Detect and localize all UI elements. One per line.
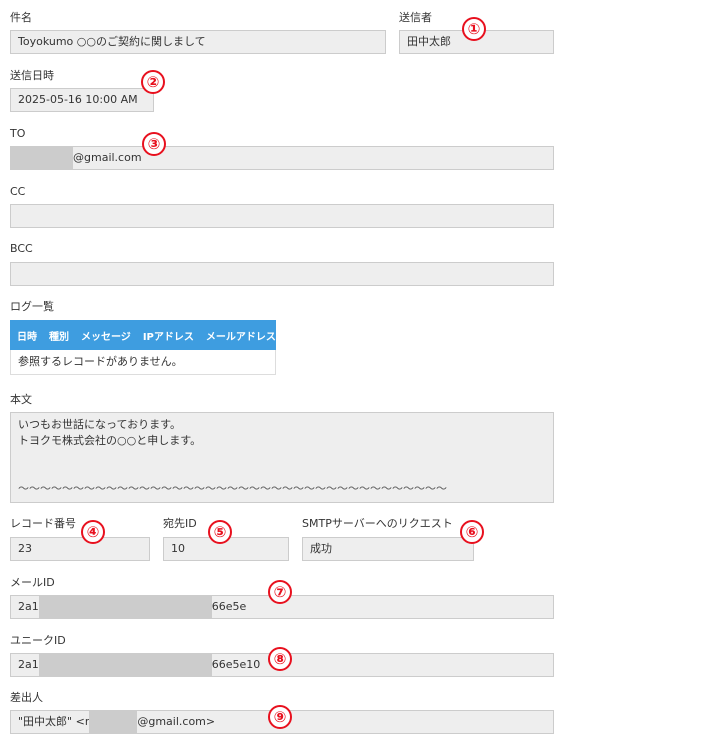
redacted-mask	[11, 147, 73, 169]
smtp-request-field[interactable]: 成功	[302, 537, 474, 561]
mail-id-label: メールID	[10, 576, 55, 589]
redacted-mask	[89, 711, 138, 733]
unique-id-suffix: 66e5e10	[211, 658, 261, 671]
body-line: ～～～～～～～～～～～～～～～～～～～～～～～～～～～～～～～～～～～～～～～	[18, 482, 447, 495]
log-column-message[interactable]: メッセージ	[81, 328, 131, 343]
annotation-marker-5: ⑤	[208, 520, 232, 544]
to-label: TO	[10, 127, 26, 140]
annotation-marker-9: ⑨	[268, 705, 292, 729]
annotation-marker-7: ⑦	[268, 580, 292, 604]
sent-at-field[interactable]: 2025-05-16 10:00 AM	[10, 88, 154, 112]
cc-field[interactable]	[10, 204, 554, 228]
log-label: ログ一覧	[10, 300, 54, 313]
unique-id-prefix: 2a1	[18, 658, 39, 671]
destination-id-label: 宛先ID	[163, 517, 197, 530]
annotation-marker-1: ①	[462, 17, 486, 41]
body-line	[18, 449, 546, 465]
annotation-marker-8: ⑧	[268, 647, 292, 671]
to-field[interactable]: @gmail.com	[10, 146, 554, 170]
mail-id-prefix: 2a1	[18, 600, 39, 613]
sender-label: 送信者	[399, 11, 432, 24]
unique-id-label: ユニークID	[10, 634, 66, 647]
annotation-marker-6: ⑥	[460, 520, 484, 544]
record-number-field[interactable]: 23	[10, 537, 150, 561]
body-line: いつもお世話になっております。	[18, 418, 182, 431]
body-label: 本文	[10, 393, 32, 406]
body-line: トヨクモ株式会社の○○と申します。	[18, 434, 202, 447]
mail-id-suffix: 66e5e	[211, 600, 247, 613]
body-field[interactable]: いつもお世話になっております。 トヨクモ株式会社の○○と申します。 ～～～～～～…	[10, 412, 554, 503]
bcc-label: BCC	[10, 242, 33, 255]
from-label: 差出人	[10, 691, 43, 704]
bcc-field[interactable]	[10, 262, 554, 286]
sent-at-label: 送信日時	[10, 69, 54, 82]
log-column-type[interactable]: 種別	[49, 328, 69, 343]
log-column-email[interactable]: メールアドレス	[206, 328, 276, 343]
cc-label: CC	[10, 185, 26, 198]
annotation-marker-3: ③	[142, 132, 166, 156]
log-column-ip[interactable]: IPアドレス	[143, 328, 194, 343]
from-prefix: "田中太郎" <r	[18, 715, 90, 728]
redacted-mask	[38, 654, 212, 676]
from-suffix: @gmail.com>	[137, 715, 216, 728]
annotation-marker-4: ④	[81, 520, 105, 544]
log-table-header: 日時 種別 メッセージ IPアドレス メールアドレス	[10, 320, 276, 350]
body-line	[18, 465, 546, 481]
to-email-suffix: @gmail.com	[73, 151, 142, 164]
subject-label: 件名	[10, 11, 32, 24]
smtp-request-label: SMTPサーバーへのリクエスト	[302, 517, 453, 530]
record-number-label: レコード番号	[10, 517, 76, 530]
redacted-mask	[38, 596, 212, 618]
annotation-marker-2: ②	[141, 70, 165, 94]
log-empty-message: 参照するレコードがありません。	[10, 350, 276, 375]
subject-field[interactable]: Toyokumo ○○のご契約に関しまして	[10, 30, 386, 54]
log-column-datetime[interactable]: 日時	[17, 328, 37, 343]
